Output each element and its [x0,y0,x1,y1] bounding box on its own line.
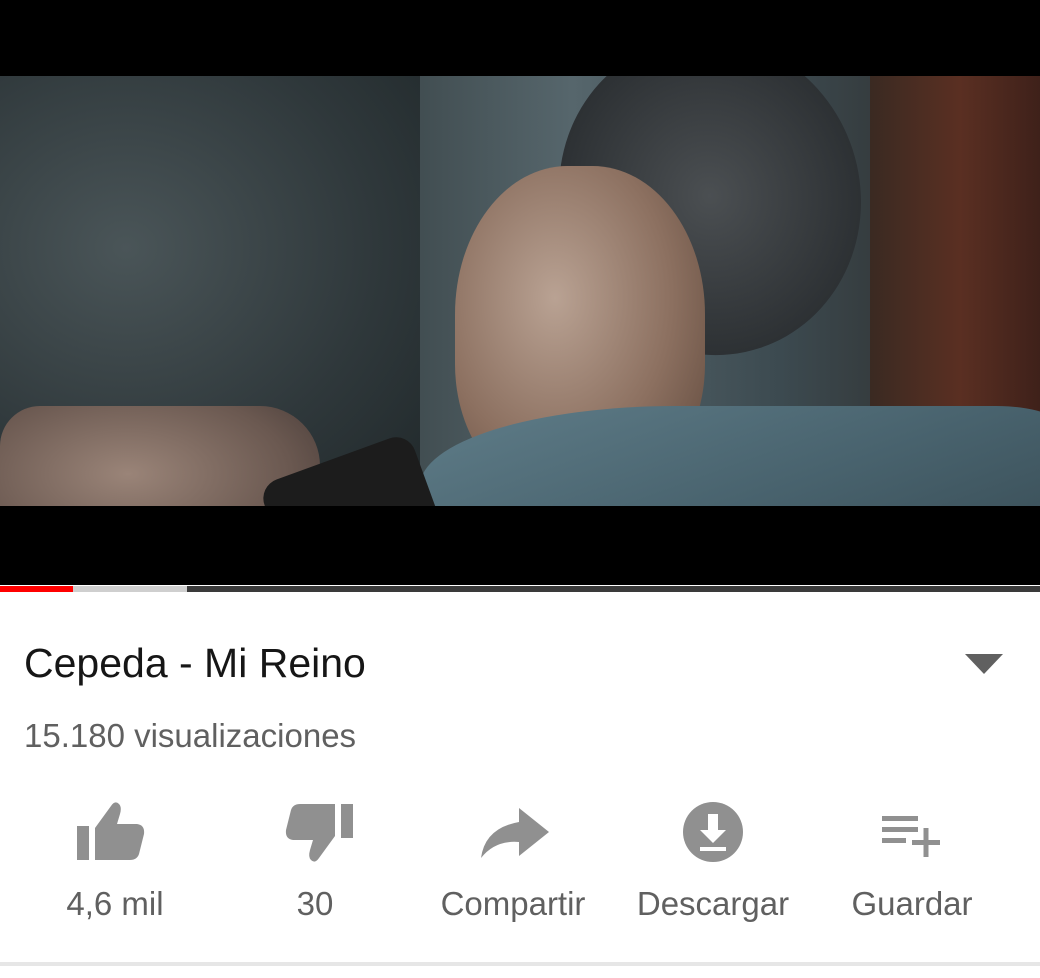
share-button[interactable]: Compartir [413,788,613,938]
action-bar: 4,6 mil 30 Compartir Descargar Guardar [0,788,1040,938]
video-frame[interactable] [0,76,1040,506]
download-icon [683,802,743,862]
dislike-count: 30 [296,885,334,922]
save-button[interactable]: Guardar [812,788,1012,938]
view-count: 15.180 visualizaciones [24,717,357,754]
download-label: Descargar [636,885,790,922]
save-label: Guardar [851,885,973,922]
playlist-add-icon [882,816,940,857]
progress-bar[interactable] [0,586,1040,592]
thumb-down-icon [285,804,353,862]
expand-description-button[interactable] [950,640,1020,690]
chevron-down-icon [965,654,1003,674]
divider [0,962,1040,966]
progress-played [0,586,73,592]
like-count: 4,6 mil [66,885,164,922]
download-button[interactable]: Descargar [613,788,813,938]
share-icon [481,808,549,858]
like-button[interactable]: 4,6 mil [15,788,215,938]
thumb-up-icon [77,802,145,860]
share-label: Compartir [440,885,586,922]
dislike-button[interactable]: 30 [215,788,415,938]
video-title: Cepeda - Mi Reino [24,640,366,686]
video-player[interactable] [0,0,1040,585]
